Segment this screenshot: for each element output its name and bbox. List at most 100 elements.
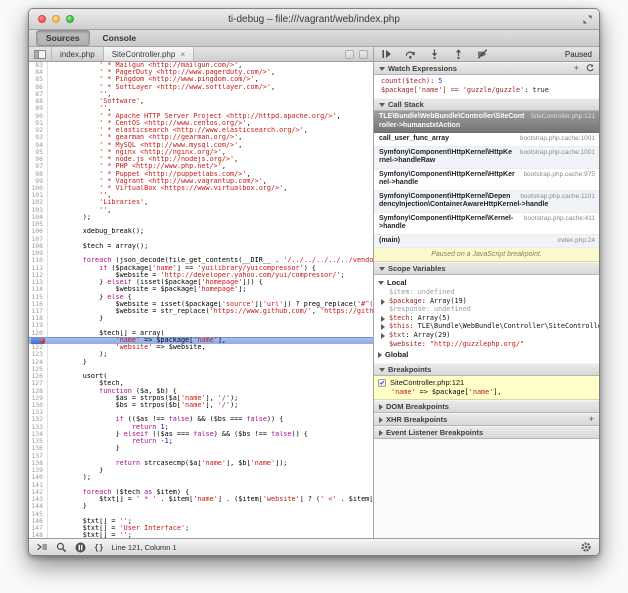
code-line-136[interactable]: 136 } <box>29 445 373 452</box>
code-line-107[interactable]: 107 <box>29 236 373 243</box>
code-line-126[interactable]: 126 usort( <box>29 373 373 380</box>
call-stack-frame[interactable]: index.php:24(main) <box>374 235 599 249</box>
line-number[interactable]: 148 <box>29 532 48 538</box>
scope-variable-response[interactable]: $response: undefined <box>374 305 599 314</box>
code-line-96[interactable]: 96 ' * node.js <http://nodejs.org/>', <box>29 156 373 163</box>
section-header-xhr-breakpoints[interactable]: XHR Breakpoints + <box>374 413 599 426</box>
tab-sources[interactable]: Sources <box>36 30 90 46</box>
code-line-121[interactable]: 'name' => $package['name'], <box>29 337 373 344</box>
scope-variable-website[interactable]: $website: "http://guzzlephp.org/" <box>374 340 599 349</box>
code-line-139[interactable]: 139 } <box>29 467 373 474</box>
line-number[interactable]: 120 <box>29 330 48 337</box>
step-out-icon[interactable] <box>453 49 464 59</box>
code-line-124[interactable]: 124 } <box>29 359 373 366</box>
code-line-104[interactable]: 104 ); <box>29 214 373 221</box>
breakpoint-entry[interactable]: SiteController.php:121 'name' => $packag… <box>374 376 599 400</box>
code-line-127[interactable]: 127 $tech, <box>29 380 373 387</box>
code-line-105[interactable]: 105 <box>29 221 373 228</box>
code-line-131[interactable]: 131 <box>29 409 373 416</box>
code-line-115[interactable]: 115 } else { <box>29 294 373 301</box>
window-titlebar[interactable]: ti-debug – file:///vagrant/web/index.php <box>29 9 599 30</box>
code-line-88[interactable]: 88 'Software', <box>29 98 373 105</box>
call-stack-frame[interactable]: bootstrap.php.cache:1001Symfony\Componen… <box>374 147 599 169</box>
section-header-dom-breakpoints[interactable]: DOM Breakpoints <box>374 400 599 413</box>
code-line-119[interactable]: 119 <box>29 322 373 329</box>
code-line-142[interactable]: 142 foreach ($tech as $item) { <box>29 489 373 496</box>
scope-global-group[interactable]: Global <box>374 348 599 360</box>
code-line-128[interactable]: 128 function ($a, $b) { <box>29 388 373 395</box>
code-line-85[interactable]: 85 ' * Pingdom <http://www.pingdom.com/>… <box>29 76 373 83</box>
code-line-109[interactable]: 109 <box>29 250 373 257</box>
call-stack-frame[interactable]: bootstrap.php.cache:1101Symfony\Componen… <box>374 191 599 213</box>
watch-expression-row[interactable]: count($tech): 5 <box>374 77 599 86</box>
code-line-84[interactable]: 84 ' * PagerDuty <http://www.pagerduty.c… <box>29 69 373 76</box>
call-stack-frame[interactable]: bootstrap.php.cache:411Symfony\Component… <box>374 213 599 235</box>
close-tab-icon[interactable]: × <box>180 49 185 59</box>
resume-icon[interactable] <box>381 49 392 59</box>
scope-variable-package[interactable]: $package: Array(19) <box>374 297 599 306</box>
code-line-100[interactable]: 100 ' * VirtualBox <https://www.virtualb… <box>29 185 373 192</box>
section-header-call-stack[interactable]: Call Stack <box>374 98 599 111</box>
call-stack-frame[interactable]: bootstrap.php.cache:975Symfony\Component… <box>374 169 599 191</box>
code-line-132[interactable]: 132 if (($as !== false) && ($bs === fals… <box>29 416 373 423</box>
code-line-112[interactable]: 112 $website = 'http://developer.yahoo.c… <box>29 272 373 279</box>
code-line-147[interactable]: 147 $txt[] = 'User Interface'; <box>29 525 373 532</box>
code-line-98[interactable]: 98 ' * Puppet <http://puppetlabs.com/>', <box>29 171 373 178</box>
code-area[interactable]: 83 ' * Mailgun <http://mailgun.com/>',84… <box>29 62 373 538</box>
code-line-106[interactable]: 106 xdebug_break(); <box>29 228 373 235</box>
gear-icon[interactable] <box>580 541 592 553</box>
step-into-icon[interactable] <box>429 49 440 59</box>
code-line-92[interactable]: 92 ' * elasticsearch <http://www.elastic… <box>29 127 373 134</box>
code-line-141[interactable]: 141 <box>29 482 373 489</box>
section-header-breakpoints[interactable]: Breakpoints <box>374 363 599 376</box>
code-line-86[interactable]: 86 ' * SoftLayer <http://www.softlayer.c… <box>29 84 373 91</box>
scope-variable-item[interactable]: $item: undefined <box>374 288 599 297</box>
code-line-133[interactable]: 133 return 1; <box>29 424 373 431</box>
code-line-125[interactable]: 125 <box>29 366 373 373</box>
add-watch-icon[interactable]: + <box>573 64 579 74</box>
code-line-140[interactable]: 140 ); <box>29 474 373 481</box>
file-tab-sitecontroller[interactable]: SiteController.php × <box>104 47 195 61</box>
editor-option-icon[interactable] <box>345 50 354 59</box>
code-line-108[interactable]: 108 $tech = array(); <box>29 243 373 250</box>
breakpoint-checkbox[interactable] <box>378 379 386 387</box>
code-line-114[interactable]: 114 $website = $package['homepage']; <box>29 286 373 293</box>
code-line-138[interactable]: 138 return strcasecmp($a['name'], $b['na… <box>29 460 373 467</box>
code-line-117[interactable]: 117 $website = str_replace('https://www.… <box>29 308 373 315</box>
code-line-95[interactable]: 95 ' * nginx <http://nginx.org/>', <box>29 149 373 156</box>
code-line-99[interactable]: 99 ' * Vagrant <http://www.vagrantup.com… <box>29 178 373 185</box>
code-line-129[interactable]: 129 $as = strpos($a['name'], '/'); <box>29 395 373 402</box>
editor-option-icon-2[interactable] <box>359 50 368 59</box>
code-line-87[interactable]: 87 '', <box>29 91 373 98</box>
scope-variable-this[interactable]: $this: TLE\Bundle\WebBundle\Controller\S… <box>374 322 599 331</box>
console-drawer-icon[interactable] <box>36 542 48 552</box>
code-line-94[interactable]: 94 ' * MySQL <http://www.mysql.com/>', <box>29 142 373 149</box>
code-line-122[interactable]: 122 'website' => $website, <box>29 344 373 351</box>
code-line-83[interactable]: 83 ' * Mailgun <http://mailgun.com/>', <box>29 62 373 69</box>
code-line-123[interactable]: 123 ); <box>29 351 373 358</box>
file-tab-indexphp[interactable]: index.php <box>52 47 104 61</box>
code-line-103[interactable]: 103 '', <box>29 207 373 214</box>
code-line-118[interactable]: 118 } <box>29 315 373 322</box>
call-stack-frame[interactable]: SiteController.php:121TLE\Bundle\WebBund… <box>374 111 599 133</box>
code-line-135[interactable]: 135 return -1; <box>29 438 373 445</box>
watch-expression-row[interactable]: $package['name'] == 'guzzle/guzzle': tru… <box>374 86 599 95</box>
code-line-97[interactable]: 97 ' * PHP <http://www.php.net/>', <box>29 163 373 170</box>
code-line-134[interactable]: 134 } elseif (($as === false) && ($bs !=… <box>29 431 373 438</box>
code-line-110[interactable]: 110 foreach (json_decode(file_get_conten… <box>29 257 373 264</box>
pause-on-exceptions-icon[interactable] <box>75 542 86 553</box>
code-line-91[interactable]: 91 ' * CentOS <http://www.centos.org/>', <box>29 120 373 127</box>
tab-console[interactable]: Console <box>93 30 147 46</box>
file-navigator-toggle-icon[interactable] <box>29 47 52 61</box>
code-line-116[interactable]: 116 $website = isset($package['source'][… <box>29 301 373 308</box>
refresh-watch-icon[interactable] <box>586 64 594 74</box>
pretty-print-icon[interactable]: {} <box>94 543 104 552</box>
code-line-113[interactable]: 113 } elseif (isset($package['homepage']… <box>29 279 373 286</box>
code-line-130[interactable]: 130 $bs = strpos($b['name'], '/'); <box>29 402 373 409</box>
section-header-event-listener-breakpoints[interactable]: Event Listener Breakpoints <box>374 426 599 439</box>
code-line-101[interactable]: 101 '', <box>29 192 373 199</box>
scope-local-group[interactable]: Local <box>374 276 599 288</box>
code-line-102[interactable]: 102 'Libraries', <box>29 199 373 206</box>
code-line-90[interactable]: 90 ' * Apache HTTP Server Project <http:… <box>29 113 373 120</box>
search-icon[interactable] <box>56 542 67 553</box>
